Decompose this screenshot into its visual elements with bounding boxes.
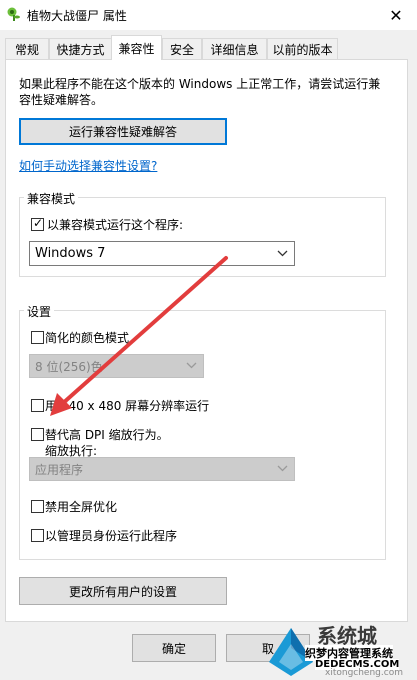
disable-fullscreen-label: 禁用全屏优化 <box>45 500 118 514</box>
reduced-color-label: 简化的颜色模式 <box>45 331 130 345</box>
disable-fullscreen-checkbox[interactable] <box>31 500 44 513</box>
manual-settings-link[interactable]: 如何手动选择兼容性设置? <box>19 157 157 174</box>
tab-label: 常规 <box>14 42 39 57</box>
run-640-checkbox[interactable] <box>31 399 44 412</box>
os-version-value: Windows 7 <box>35 246 106 261</box>
intro-text-line2: 容性疑难解答。 <box>19 93 104 107</box>
tab-previous-versions[interactable]: 以前的版本 <box>267 38 338 59</box>
compat-mode-checkbox[interactable]: ✓ <box>31 216 44 231</box>
chevron-down-icon <box>277 250 288 259</box>
tab-label: 以前的版本 <box>272 42 333 57</box>
intro-text-line1: 如果此程序不能在这个版本的 Windows 上正常工作，请尝试运行兼 <box>19 77 381 91</box>
close-button[interactable]: ✕ <box>375 0 417 30</box>
watermark-logo: 系统城 织梦内容管理系统 DEDECMS.COM xitongcheng.com <box>265 618 417 678</box>
tab-shortcut[interactable]: 快捷方式 <box>49 38 112 59</box>
compat-mode-checkbox-label: 以兼容模式运行这个程序: <box>47 218 184 232</box>
tab-label: 兼容性 <box>118 41 155 56</box>
tab-label: 安全 <box>169 42 194 57</box>
compat-mode-label: 兼容模式 <box>24 190 79 207</box>
os-version-select[interactable]: Windows 7 <box>29 241 295 266</box>
plant-icon <box>6 6 22 22</box>
window-title: 植物大战僵尸 属性 <box>27 9 127 23</box>
tab-details[interactable]: 详细信息 <box>202 38 267 59</box>
run-as-admin-label: 以管理员身份运行此程序 <box>45 529 178 543</box>
scaling-select[interactable]: 应用程序 <box>29 457 295 481</box>
checkmark-icon: ✓ <box>33 216 44 230</box>
reduced-color-checkbox[interactable] <box>31 331 44 344</box>
color-mode-select[interactable]: 8 位(256)色 <box>29 354 204 378</box>
ok-button[interactable]: 确定 <box>132 634 216 662</box>
change-all-users-button[interactable]: 更改所有用户的设置 <box>19 577 227 605</box>
tab-compatibility[interactable]: 兼容性 <box>111 35 162 60</box>
dpi-override-checkbox[interactable] <box>31 428 44 441</box>
color-mode-value: 8 位(256)色 <box>35 359 103 374</box>
scaling-value: 应用程序 <box>35 462 84 477</box>
dpi-override-label: 替代高 DPI 缩放行为。 <box>45 428 169 442</box>
tab-label: 详细信息 <box>210 42 259 57</box>
chevron-down-icon <box>277 465 288 474</box>
run-640-label: 用 640 x 480 屏幕分辨率运行 <box>45 399 210 413</box>
run-as-admin-checkbox[interactable] <box>31 529 44 542</box>
tab-label: 快捷方式 <box>56 42 105 57</box>
close-icon: ✕ <box>389 5 403 25</box>
tab-general[interactable]: 常规 <box>5 38 49 59</box>
troubleshoot-button[interactable]: 运行兼容性疑难解答 <box>19 118 227 145</box>
settings-label: 设置 <box>24 303 55 320</box>
chevron-down-icon <box>186 362 197 371</box>
tab-security[interactable]: 安全 <box>162 38 202 59</box>
